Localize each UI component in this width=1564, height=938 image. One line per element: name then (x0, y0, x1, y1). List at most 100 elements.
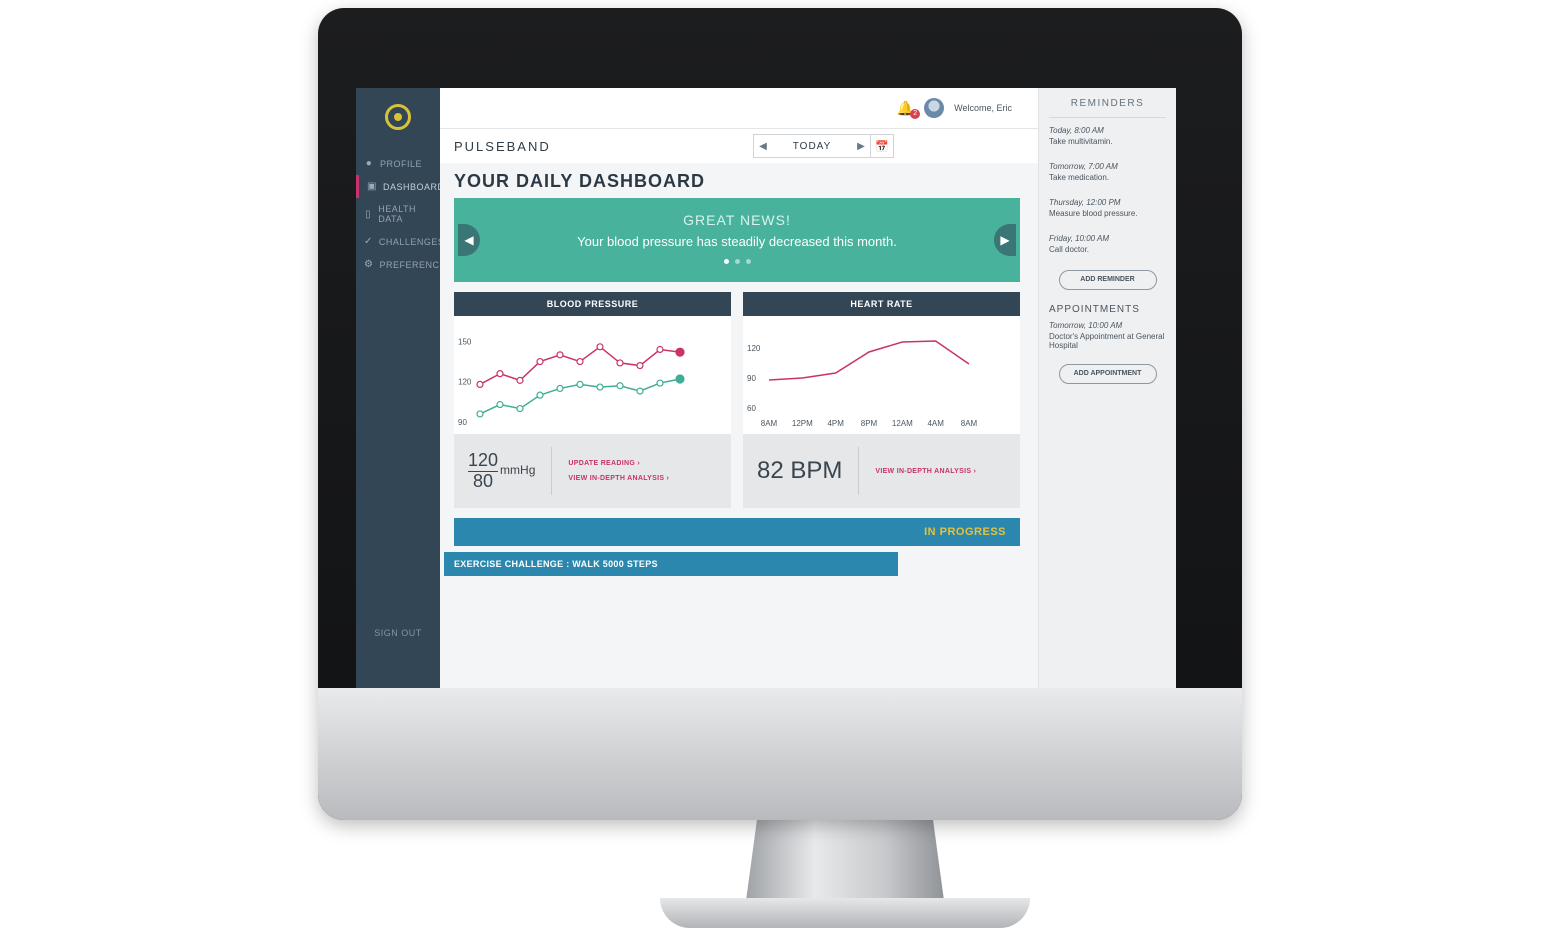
data-point (616, 382, 624, 390)
data-point (616, 359, 624, 367)
data-point (596, 383, 604, 391)
banner-heading: GREAT NEWS! (683, 212, 791, 228)
sidebar-item-label: DASHBOARD (382, 181, 445, 192)
blood-pressure-chart-svg: 150 120 90 (458, 337, 685, 427)
reminders-title: REMINDERS (1049, 88, 1166, 118)
data-point (536, 357, 544, 366)
user-icon: ● (365, 158, 373, 169)
pager-dot[interactable] (745, 259, 751, 264)
notification-bell-icon[interactable]: 🔔 2 (897, 100, 921, 119)
appointments-title: APPOINTMENTS (1049, 304, 1140, 315)
reminder-time: Thursday, 12:00 PM (1049, 198, 1121, 207)
data-point (516, 376, 524, 384)
metric-cards: BLOOD PRESSURE 150 120 90 120 80 mmHg UP… (454, 292, 1020, 508)
y-tick-label: 120 (458, 378, 472, 387)
y-tick-label: 60 (747, 404, 756, 413)
chart-icon: ▯ (365, 208, 372, 220)
data-point (536, 391, 544, 399)
challenge-label[interactable]: EXERCISE CHALLENGE : WALK 5000 STEPS (444, 552, 898, 576)
card-title: HEART RATE (743, 292, 1020, 316)
reminder-item[interactable]: Tomorrow, 7:00 AM Take medication. (1049, 154, 1166, 190)
sidebar-item-health-data[interactable]: ▯ HEALTH DATA (356, 198, 440, 230)
banner-prev-icon[interactable]: ◀ (458, 224, 480, 256)
date-next-icon[interactable]: ▶ (852, 141, 870, 152)
gear-icon: ⚙ (364, 259, 374, 270)
add-appointment-button[interactable]: ADD APPOINTMENT (1058, 364, 1157, 384)
date-navigator: ◀ TODAY ▶ 📅 (753, 134, 894, 158)
heart-rate-chart-svg: 120 90 60 8AM 12PM 4PM 8PM 12AM 4AM 8AM (747, 340, 978, 428)
heart-rate-chart: 120 90 60 8AM 12PM 4PM 8PM 12AM 4AM 8AM (743, 316, 1020, 434)
brand-name: PULSEBAND (454, 138, 551, 154)
data-point (656, 379, 664, 387)
add-reminder-button[interactable]: ADD REMINDER (1058, 270, 1157, 290)
reminder-text: Call doctor. (1049, 245, 1090, 254)
sidebar-item-challenges[interactable]: ✓ CHALLENGES (356, 230, 444, 253)
reminder-time: Tomorrow, 7:00 AM (1049, 162, 1118, 171)
data-point (556, 384, 564, 393)
x-tick-label: 8AM (961, 419, 978, 428)
data-point (656, 345, 664, 354)
welcome-text: Welcome, Eric (954, 103, 1012, 113)
reminder-time: Friday, 10:00 AM (1049, 234, 1110, 243)
date-prev-icon[interactable]: ◀ (754, 141, 772, 152)
hr-analysis-link[interactable]: VIEW IN-DEPTH ANALYSIS › (875, 468, 976, 475)
reminder-item[interactable]: Thursday, 12:00 PM Measure blood pressur… (1049, 190, 1166, 226)
avatar[interactable] (924, 98, 945, 118)
x-tick-label: 8PM (861, 419, 878, 428)
pulseband-logo-icon (385, 104, 411, 130)
notification-badge: 2 (910, 108, 921, 119)
data-point (496, 370, 504, 378)
banner-message: Your blood pressure has steadily decreas… (577, 234, 897, 249)
x-tick-label: 4AM (927, 419, 944, 428)
update-reading-link[interactable]: UPDATE READING › (568, 460, 669, 467)
card-title: BLOOD PRESSURE (454, 292, 731, 316)
reminder-text: Take multivitamin. (1049, 137, 1113, 146)
data-point (596, 343, 604, 351)
y-tick-label: 120 (747, 344, 761, 353)
hr-links: VIEW IN-DEPTH ANALYSIS › (875, 468, 976, 475)
sidebar-item-dashboard[interactable]: ▣ DASHBOARD (356, 175, 444, 198)
data-point (576, 357, 584, 366)
sign-out-link[interactable]: SIGN OUT (356, 628, 440, 638)
reminder-item[interactable]: Friday, 10:00 AM Call doctor. (1049, 226, 1166, 262)
challenge-status-bar: IN PROGRESS (454, 518, 1020, 546)
pager-dot[interactable] (723, 259, 729, 264)
brand-bar: PULSEBAND ◀ TODAY ▶ 📅 (440, 129, 1038, 163)
reminder-text: Take medication. (1049, 173, 1110, 182)
dashboard-icon: ▣ (367, 181, 377, 192)
divider (551, 447, 553, 495)
heart-rate-footer: 82 BPM VIEW IN-DEPTH ANALYSIS › (743, 434, 1020, 508)
reminder-time: Today, 8:00 AM (1049, 126, 1104, 135)
sidebar-item-label: HEALTH DATA (378, 204, 417, 224)
series-line (768, 340, 970, 381)
reminders-panel: REMINDERS Today, 8:00 AM Take multivitam… (1038, 88, 1176, 688)
data-point (576, 380, 584, 389)
bp-analysis-link[interactable]: VIEW IN-DEPTH ANALYSIS › (568, 475, 669, 482)
data-point (516, 404, 524, 413)
reminder-item[interactable]: Today, 8:00 AM Take multivitamin. (1049, 118, 1166, 154)
appointment-item[interactable]: Tomorrow, 10:00 AM Doctor's Appointment … (1049, 315, 1166, 356)
banner-next-icon[interactable]: ▶ (994, 224, 1016, 256)
news-banner: ◀ ▶ GREAT NEWS! Your blood pressure has … (454, 198, 1020, 282)
monitor-stand-base (660, 898, 1030, 928)
sidebar-item-preferences[interactable]: ⚙ PREFERENCES (356, 253, 452, 276)
sidebar-item-profile[interactable]: ● PROFILE (356, 152, 440, 175)
blood-pressure-footer: 120 80 mmHg UPDATE READING › VIEW IN-DEP… (454, 434, 731, 508)
data-point (496, 400, 504, 409)
x-tick-label: 12PM (792, 419, 813, 428)
x-tick-label: 4PM (827, 419, 844, 428)
y-tick-label: 90 (458, 418, 467, 427)
y-tick-label: 90 (747, 374, 756, 383)
x-tick-label: 12AM (892, 419, 913, 428)
heart-rate-value: 82 BPM (757, 457, 843, 484)
data-point (476, 410, 484, 418)
appointment-text: Doctor's Appointment at General Hospital (1049, 332, 1165, 350)
y-tick-label: 150 (458, 337, 472, 346)
main-content: 🔔 2 Welcome, Eric PULSEBAND ◀ TODAY ▶ 📅 … (440, 88, 1038, 688)
data-point (556, 351, 564, 359)
sidebar: ● PROFILE ▣ DASHBOARD ▯ HEALTH DATA ✓ CH… (356, 88, 452, 688)
bp-fraction: 120 80 (468, 450, 499, 492)
pager-dot[interactable] (734, 259, 740, 264)
reminder-text: Measure blood pressure. (1049, 209, 1138, 218)
calendar-icon[interactable]: 📅 (870, 135, 893, 157)
